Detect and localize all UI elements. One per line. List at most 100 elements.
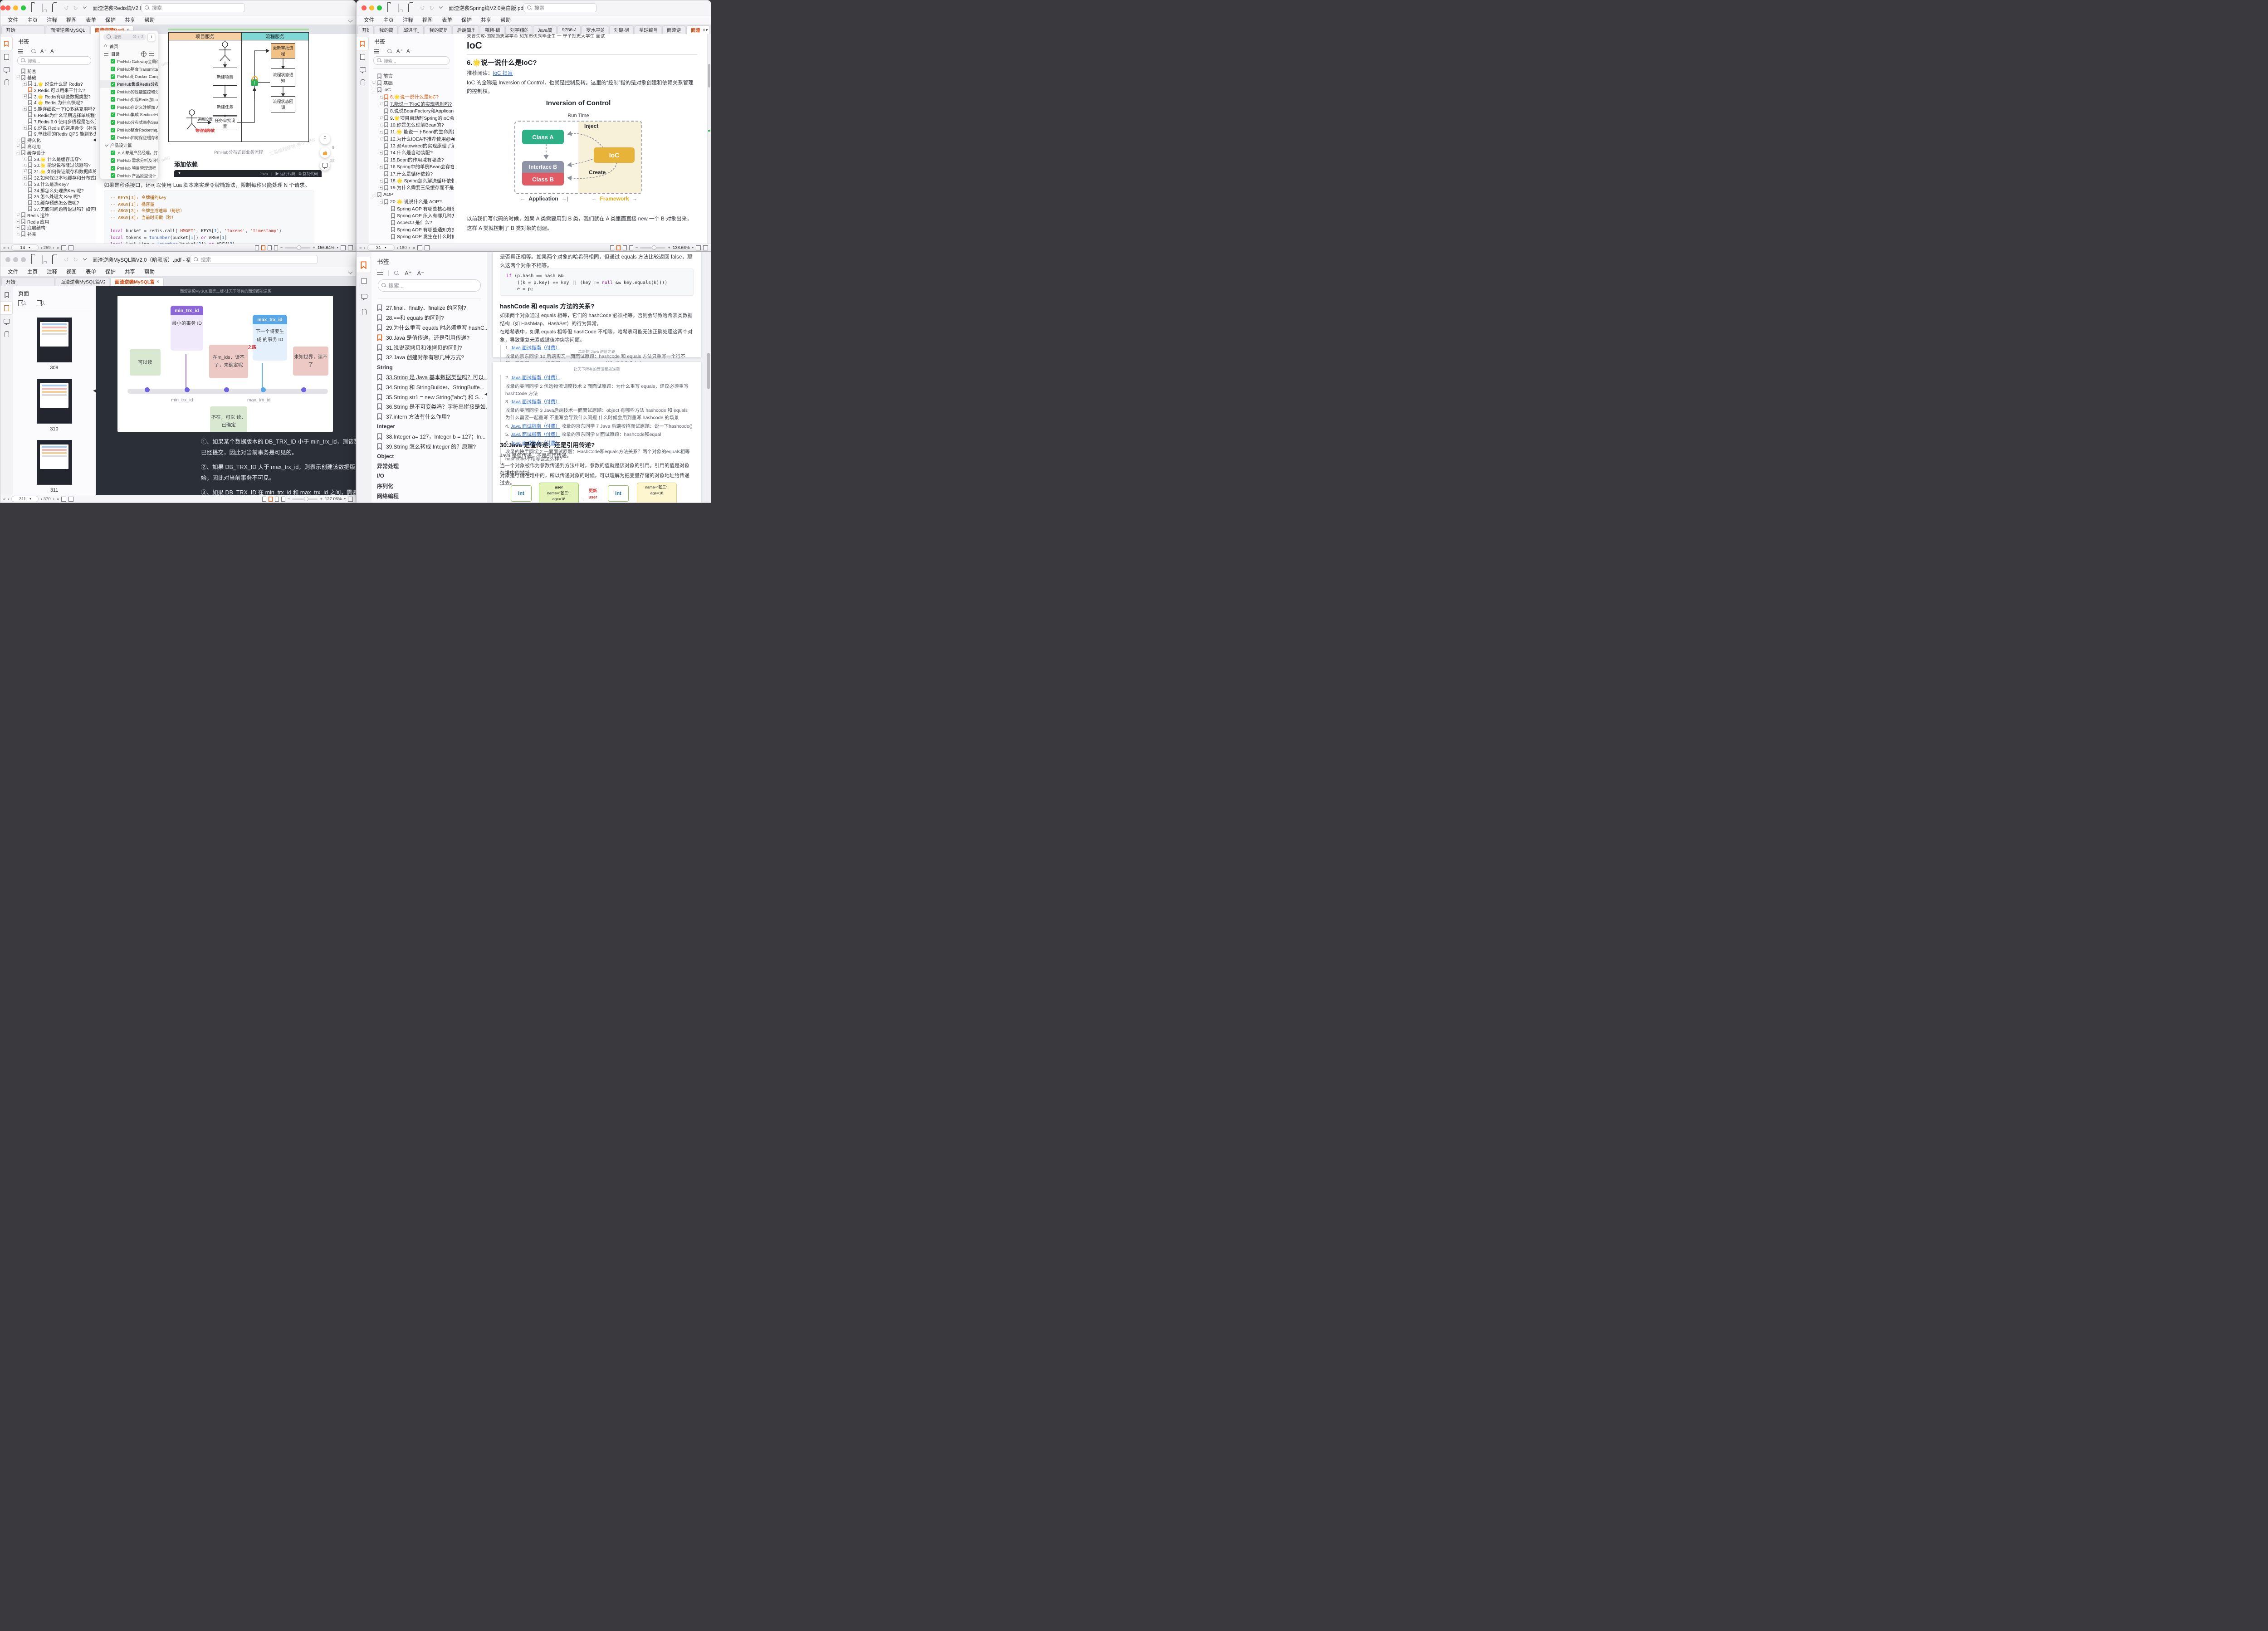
continuous-layout-icon[interactable] xyxy=(269,497,273,502)
toc-item[interactable]: ✓人人都是产品经理，打造... xyxy=(100,149,158,157)
zoom-dropdown-icon[interactable]: ▾ xyxy=(344,497,346,501)
undo-icon[interactable]: ↺ xyxy=(64,5,69,11)
close-window-button[interactable] xyxy=(5,5,10,10)
bookmark-item[interactable]: 4.🌟 Redis 为什么快呢? xyxy=(13,99,96,106)
bookmark-item[interactable]: 9.单线程的Redis QPS 能到多少? xyxy=(13,131,96,137)
document-tab[interactable]: 开始 × xyxy=(1,25,45,34)
last-page-button[interactable]: » xyxy=(413,245,415,250)
tree-expander-icon[interactable]: + xyxy=(379,186,383,190)
bookmark-item[interactable]: I/O xyxy=(371,471,487,481)
bookmark-item[interactable]: 36.String 是不可变类吗？字符串拼接是如... xyxy=(371,402,487,412)
panel-collapse-handle[interactable]: ◀ xyxy=(93,137,96,142)
page-number-input[interactable]: 31▾ xyxy=(367,244,395,251)
toc-item[interactable]: ✓PmHub整合Transmittab... xyxy=(100,65,158,73)
comments-panel-icon[interactable] xyxy=(0,315,13,327)
next-page-button[interactable]: › xyxy=(53,497,54,502)
continuous-layout-icon[interactable] xyxy=(261,245,265,250)
menu-item[interactable]: 主页 xyxy=(23,268,42,275)
fit-page-icon[interactable] xyxy=(341,245,346,250)
zoom-out-button[interactable]: − xyxy=(280,245,283,250)
panel-collapse-handle[interactable]: ◀ xyxy=(451,137,455,142)
bookmark-item[interactable]: String xyxy=(371,362,487,372)
ioc-link[interactable]: IoC 扫盲 xyxy=(493,71,513,76)
menu-item[interactable]: 表单 xyxy=(81,268,101,275)
java-guide-link[interactable]: Java 面试指南（付费） xyxy=(511,375,560,382)
expand-all-icon[interactable] xyxy=(374,49,379,54)
search-input[interactable]: 搜索 xyxy=(141,3,245,12)
toc-item[interactable]: ✓PmHub 需求分析及可行... xyxy=(100,156,158,164)
bookmarks-panel-icon[interactable] xyxy=(0,37,13,50)
toc-item[interactable]: ✓PmHub用Docker Comp... xyxy=(100,73,158,81)
titlebar[interactable]: ↺ ↻ 面渣逆袭Spring篇V2.0亮白版.pdf - 福昕阅读器 搜索 xyxy=(357,0,711,15)
java-guide-link[interactable]: Java 面试指南（付费） xyxy=(511,423,560,430)
pages-panel-icon[interactable] xyxy=(357,273,371,288)
bookmark-item[interactable]: - AOP xyxy=(369,191,454,198)
undo-icon[interactable]: ↺ xyxy=(420,5,425,11)
bookmark-item[interactable]: + 1.🌟 说说什么是 Redis? xyxy=(13,81,96,87)
tree-expander-icon[interactable]: - xyxy=(372,88,376,92)
page-thumbnail[interactable]: 311 xyxy=(13,440,96,493)
fit-page-icon[interactable] xyxy=(696,245,701,250)
document-tab[interactable]: 邱进华_... × xyxy=(399,25,424,34)
prev-page-button[interactable]: ‹ xyxy=(8,497,9,502)
attachments-panel-icon[interactable] xyxy=(357,304,371,319)
bookmark-item[interactable]: + 31.🌟 如何保证缓存和数据库的数... xyxy=(13,168,96,175)
menu-item[interactable]: 注释 xyxy=(42,268,62,275)
zoom-slider[interactable] xyxy=(292,498,318,500)
last-page-button[interactable]: » xyxy=(57,245,59,250)
comments-button[interactable]: 12 xyxy=(320,160,330,171)
next-page-button[interactable]: › xyxy=(409,245,411,250)
attachments-panel-icon[interactable] xyxy=(357,76,369,88)
fit-page-icon[interactable] xyxy=(348,497,353,502)
menu-item[interactable]: 视图 xyxy=(418,16,437,24)
scrollbar-thumb[interactable] xyxy=(707,353,710,389)
bookmark-item[interactable]: 2.Redis 可以用来干什么? xyxy=(13,87,96,93)
bookmark-item[interactable]: Spring AOP 发生在什么时候? xyxy=(369,233,454,240)
run-code-button[interactable]: ▶ 运行代码 xyxy=(275,171,296,176)
tree-expander-icon[interactable]: + xyxy=(16,220,20,224)
document-tab[interactable]: 面渣逆袭MySQL篇V... × xyxy=(110,277,164,286)
bookmark-search-icon[interactable] xyxy=(394,271,399,276)
prev-page-button[interactable]: ‹ xyxy=(364,245,365,250)
document-tab[interactable]: 我的简历... × xyxy=(425,25,451,34)
two-page-layout-icon[interactable] xyxy=(268,245,272,250)
search-input[interactable]: 搜索 xyxy=(190,255,318,264)
menu-item[interactable]: 主页 xyxy=(379,16,398,24)
tree-expander-icon[interactable]: + xyxy=(379,123,383,127)
bookmark-item[interactable]: Integer xyxy=(371,422,487,432)
document-tab[interactable]: 9756-J... × xyxy=(557,25,581,34)
bookmark-item[interactable]: + 32.如何保证本地缓存和分布式缓... xyxy=(13,175,96,181)
comments-panel-icon[interactable] xyxy=(357,288,371,304)
bookmark-item[interactable]: 前言 xyxy=(369,73,454,79)
close-window-button[interactable] xyxy=(0,5,5,10)
titlebar[interactable]: ↺ ↻ 面渣逆袭MySQL篇V2.0（暗黑版）.pdf - 福昕阅读器 搜索 xyxy=(0,252,356,267)
zoom-window-button[interactable] xyxy=(377,5,382,10)
expand-all-icon[interactable] xyxy=(377,271,383,276)
open-file-icon[interactable] xyxy=(31,4,32,12)
bookmark-item[interactable]: 34.String 和 StringBuilder、StringBuffe... xyxy=(371,382,487,392)
bookmark-item[interactable]: + 29.🌟 什么是缓存击穿? xyxy=(13,156,96,162)
attachments-panel-icon[interactable] xyxy=(0,76,13,88)
document-tab[interactable]: 后端简历... × xyxy=(452,25,479,34)
font-decrease-icon[interactable]: A⁻ xyxy=(50,49,56,54)
document-tab[interactable]: 刘宇翔的... × xyxy=(505,25,532,34)
scrollbar[interactable] xyxy=(706,252,711,503)
bookmark-item[interactable]: + 9.🌟项目启动时Spring的IoC会做... xyxy=(369,114,454,121)
minimize-window-button[interactable] xyxy=(369,5,374,10)
home-row[interactable]: ⌂首页 xyxy=(100,42,158,50)
menu-item[interactable]: 视图 xyxy=(62,268,81,275)
bookmark-item[interactable]: + 8.说说 Redis 的常用命令（补充） xyxy=(13,124,96,131)
bookmark-item[interactable]: Spring AOP 织入有哪几种方式? xyxy=(369,212,454,219)
bookmark-item[interactable]: + 33.什么是热Key? xyxy=(13,181,96,187)
collapse-ribbon-icon[interactable] xyxy=(348,270,353,274)
toc-row[interactable]: 目录 xyxy=(100,50,158,58)
tree-expander-icon[interactable]: + xyxy=(23,107,27,111)
prev-page-button[interactable]: ‹ xyxy=(8,245,9,250)
bookmark-search-input[interactable]: 搜索... xyxy=(17,56,91,65)
menu-item[interactable]: 共享 xyxy=(120,268,140,275)
tree-expander-icon[interactable]: - xyxy=(379,200,383,204)
save-icon[interactable] xyxy=(42,4,43,12)
document-tab[interactable]: 我的简... × xyxy=(375,25,398,34)
page-number-input[interactable]: 311▾ xyxy=(11,496,39,502)
bookmark-item[interactable]: + 持久化 xyxy=(13,137,96,143)
